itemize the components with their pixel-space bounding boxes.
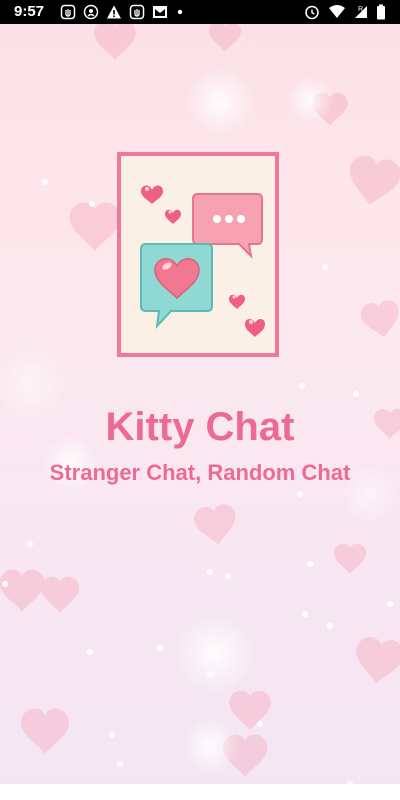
app-title: Kitty Chat: [105, 405, 295, 449]
alarm-icon: [304, 4, 320, 20]
status-time: 9:57: [14, 3, 45, 20]
wifi-icon: [328, 4, 346, 20]
signal-icon: R: [354, 4, 368, 20]
app-subtitle: Stranger Chat, Random Chat: [49, 460, 351, 485]
notification-icons: [60, 4, 185, 20]
app-logo: [117, 152, 279, 357]
teal-heart-bubble-icon: [140, 243, 213, 329]
hand-icon: [129, 4, 145, 20]
svg-text:R: R: [358, 6, 363, 13]
navigation-bar: [0, 784, 400, 800]
status-bar: 9:57 R: [0, 0, 400, 24]
mail-icon: [152, 4, 168, 20]
warning-icon: [106, 4, 122, 20]
dot-icon: [175, 4, 185, 20]
splash-screen: Kitty Chat Stranger Chat, Random Chat: [0, 24, 400, 800]
system-icons: R: [304, 4, 386, 20]
hand-icon: [60, 4, 76, 20]
battery-icon: [376, 4, 386, 20]
location-icon: [83, 4, 99, 20]
